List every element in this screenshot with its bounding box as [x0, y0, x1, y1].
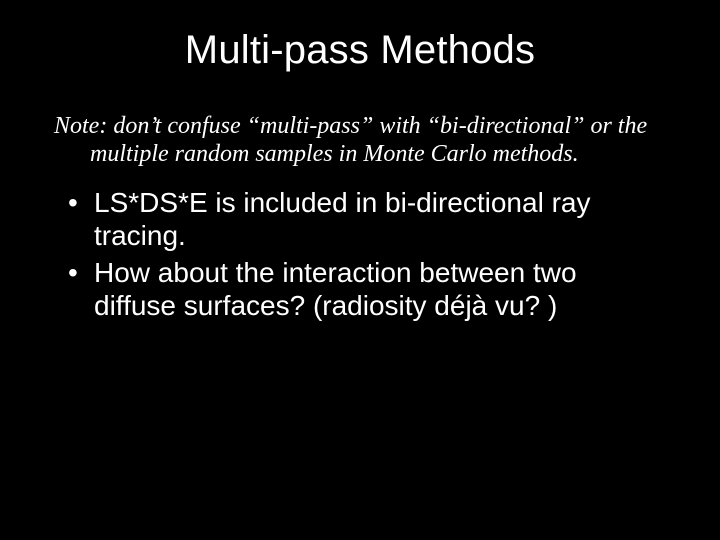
list-item: How about the interaction between two di… [82, 256, 666, 322]
list-item: LS*DS*E is included in bi-directional ra… [82, 186, 666, 252]
slide-title: Multi-pass Methods [54, 28, 666, 73]
slide: Multi-pass Methods Note: don’t confuse “… [0, 0, 720, 540]
note-line-2: multiple random samples in Monte Carlo m… [54, 141, 666, 169]
slide-note: Note: don’t confuse “multi-pass” with “b… [54, 113, 666, 168]
bullet-list: LS*DS*E is included in bi-directional ra… [54, 186, 666, 322]
note-line-1: Note: don’t confuse “multi-pass” with “b… [54, 113, 647, 139]
